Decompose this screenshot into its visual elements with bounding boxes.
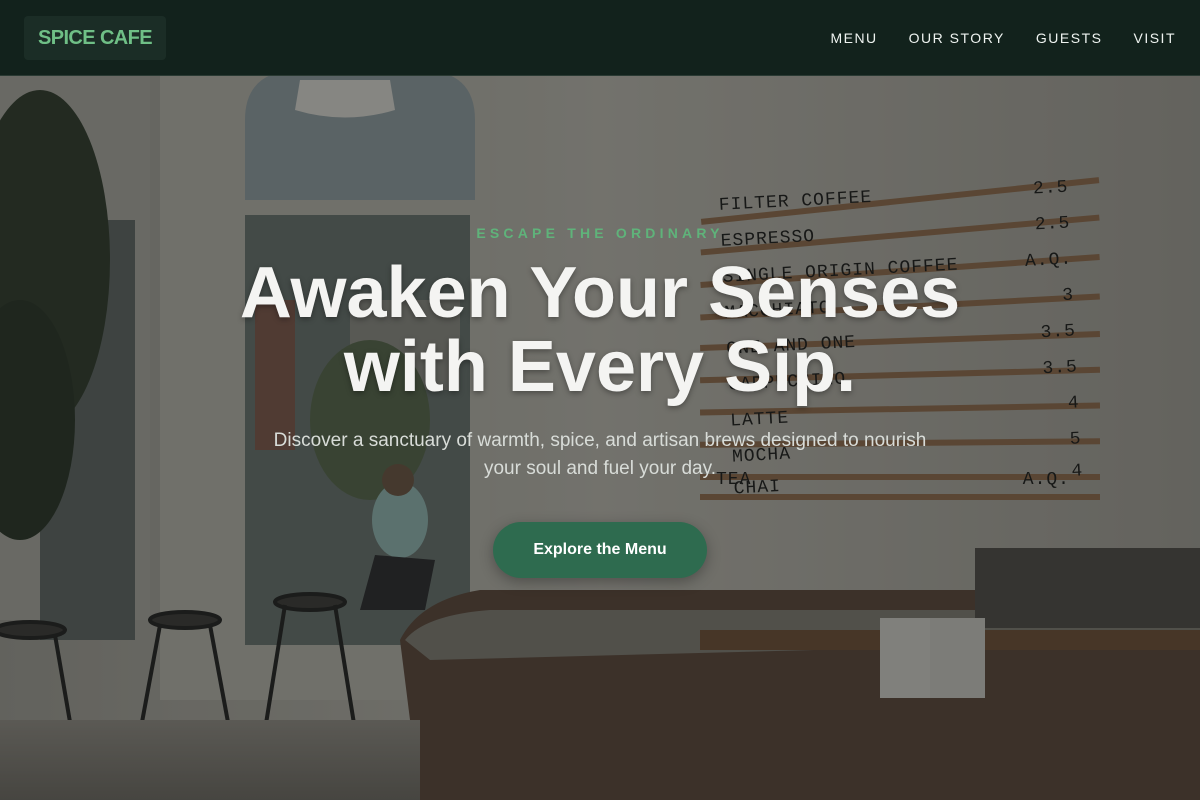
site-header: SPICE CAFE MENU OUR STORY GUESTS VISIT xyxy=(0,0,1200,76)
hero-headline: Awaken Your Senses with Every Sip. xyxy=(239,253,961,407)
explore-menu-button[interactable]: Explore the Menu xyxy=(493,522,707,578)
main-nav: MENU OUR STORY GUESTS VISIT xyxy=(799,0,1176,76)
hero-section: ESCAPE THE ORDINARY Awaken Your Senses w… xyxy=(0,76,1200,800)
nav-link-our-story[interactable]: OUR STORY xyxy=(909,30,1005,46)
hero-subtext: Discover a sanctuary of warmth, spice, a… xyxy=(273,430,927,479)
nav-link-guests[interactable]: GUESTS xyxy=(1036,30,1103,46)
nav-link-visit[interactable]: VISIT xyxy=(1133,30,1176,46)
hero-eyebrow: ESCAPE THE ORDINARY xyxy=(476,225,724,241)
site-logo[interactable]: SPICE CAFE xyxy=(24,16,166,60)
hero-page: FILTER COFFEE 2.5 ESPRESSO 2.5 SINGLE ORIG… xyxy=(0,0,1200,800)
nav-link-menu[interactable]: MENU xyxy=(830,30,877,46)
